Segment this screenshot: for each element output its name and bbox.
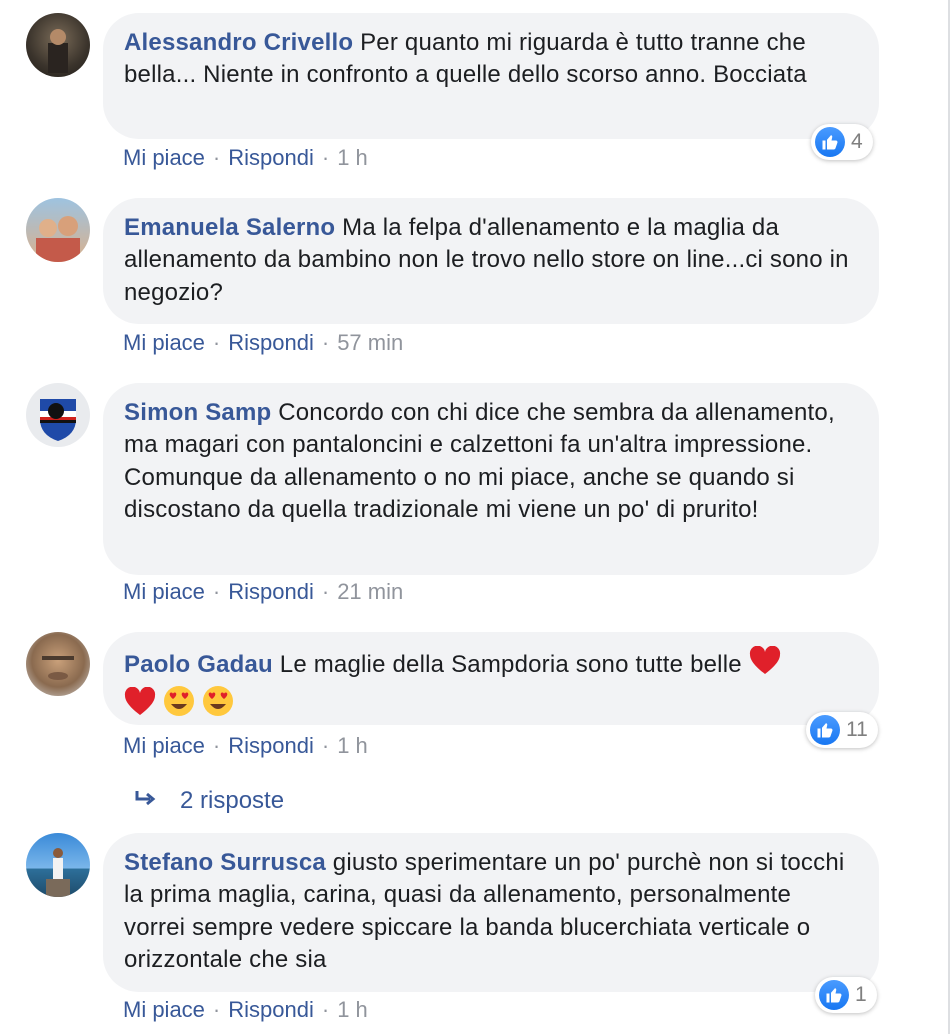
red-heart-icon [124,687,156,726]
comment-bubble: Alessandro Crivello Per quanto mi riguar… [103,13,879,139]
reply-button[interactable]: Rispondi [228,330,314,355]
reaction-count[interactable]: 4 [811,124,873,160]
reply-button[interactable]: Rispondi [228,997,314,1022]
reply-button[interactable]: Rispondi [228,579,314,604]
like-icon [815,127,845,157]
separator: · [321,330,330,355]
comment-bubble: Simon Samp Concordo con chi dice che sem… [103,383,879,575]
comment-author[interactable]: Simon Samp [124,399,271,426]
timestamp[interactable]: 1 h [337,145,368,170]
comment-author[interactable]: Emanuela Salerno [124,214,335,241]
separator: · [321,997,330,1022]
avatar-image [40,399,76,441]
comment-actions: Mi piace · Rispondi · 1 h [123,733,368,759]
like-button[interactable]: Mi piace [123,579,205,604]
like-button[interactable]: Mi piace [123,997,205,1022]
separator: · [212,145,221,170]
avatar-image [48,29,68,73]
comment-actions: Mi piace · Rispondi · 1 h [123,145,368,171]
avatar-image [42,656,74,680]
avatar[interactable] [26,632,90,696]
reaction-number: 4 [851,130,863,153]
red-heart-icon [749,645,781,685]
view-replies-link[interactable]: 2 risposte [134,787,284,815]
avatar-image [46,848,70,897]
reaction-count[interactable]: 1 [815,977,877,1013]
avatar[interactable] [26,13,90,77]
reply-arrow-icon [134,787,158,815]
timestamp[interactable]: 1 h [337,997,368,1022]
comment-text: Le maglie della Sampdoria sono tutte bel… [272,651,749,678]
replies-count: 2 risposte [180,787,285,814]
separator: · [321,145,330,170]
comment-author[interactable]: Stefano Surrusca [124,849,326,876]
separator: · [212,579,221,604]
comment-author[interactable]: Alessandro Crivello [124,29,353,56]
separator: · [321,733,330,758]
avatar[interactable] [26,383,90,447]
avatar[interactable] [26,198,90,262]
like-button[interactable]: Mi piace [123,145,205,170]
separator: · [212,997,221,1022]
timestamp[interactable]: 57 min [337,330,403,355]
avatar[interactable] [26,833,90,897]
reply-button[interactable]: Rispondi [228,145,314,170]
heart-eyes-emoji-icon [202,685,234,726]
separator: · [212,330,221,355]
like-button[interactable]: Mi piace [123,733,205,758]
separator: · [212,733,221,758]
comment-bubble: Stefano Surrusca giusto sperimentare un … [103,833,879,992]
comment-author[interactable]: Paolo Gadau [124,651,273,678]
comment-bubble: Paolo Gadau Le maglie della Sampdoria so… [103,632,879,725]
like-button[interactable]: Mi piace [123,330,205,355]
like-icon [810,715,840,745]
comment-bubble: Emanuela Salerno Ma la felpa d'allenamen… [103,198,879,324]
timestamp[interactable]: 1 h [337,733,368,758]
reaction-count[interactable]: 11 [806,712,878,748]
timestamp[interactable]: 21 min [337,579,403,604]
heart-eyes-emoji-icon [163,685,195,726]
avatar-image [36,216,80,262]
separator: · [321,579,330,604]
comment-actions: Mi piace · Rispondi · 21 min [123,579,403,605]
like-icon [819,980,849,1010]
reaction-number: 11 [846,718,868,741]
comment-actions: Mi piace · Rispondi · 57 min [123,330,403,356]
reply-button[interactable]: Rispondi [228,733,314,758]
comment-actions: Mi piace · Rispondi · 1 h [123,997,368,1023]
reaction-number: 1 [855,983,867,1006]
